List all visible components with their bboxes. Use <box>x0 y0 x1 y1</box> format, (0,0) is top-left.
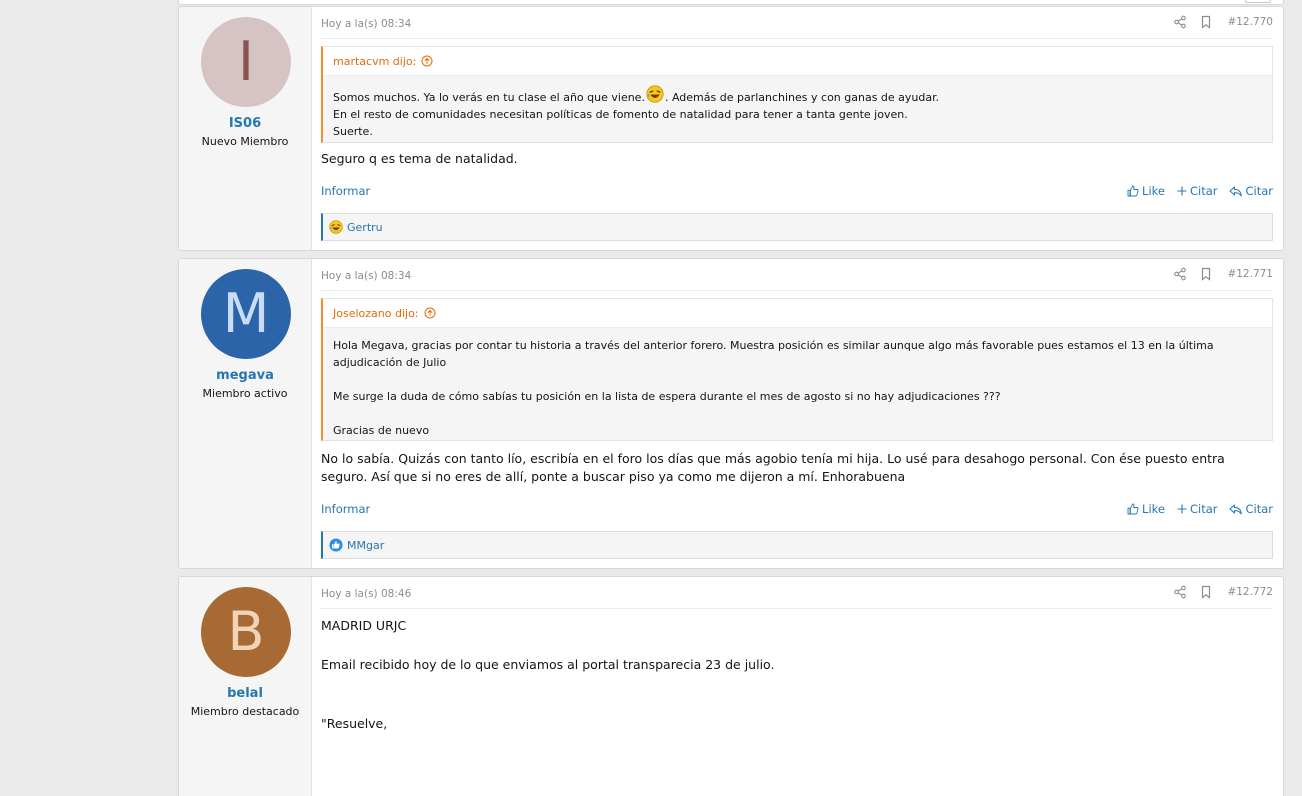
quote-author[interactable]: Joselozano dijo: <box>333 307 419 320</box>
quote-body: Somos muchos. Ya lo verás en tu clase el… <box>323 76 1272 140</box>
post-main: Hoy a la(s) 08:34 #12.771 Joselozano dij… <box>321 259 1273 568</box>
post-12772: B belal Miembro destacado Hoy a la(s) 08… <box>178 576 1284 796</box>
post-body: Seguro q es tema de natalidad. <box>321 151 518 166</box>
quote-text: Somos muchos. Ya lo verás en tu clase el… <box>333 91 645 104</box>
user-title: Miembro destacado <box>190 705 300 718</box>
laugh-icon <box>329 220 343 234</box>
multi-quote-button[interactable]: Citar <box>1177 502 1218 516</box>
thread-page: I IS06 Nuevo Miembro Hoy a la(s) 08:34 #… <box>0 0 1302 796</box>
quote-text: Me surge la duda de cómo sabías tu posic… <box>333 390 1001 403</box>
post-user-cell: I IS06 Nuevo Miembro <box>179 7 312 250</box>
reply-icon <box>1229 186 1243 196</box>
reply-label: Citar <box>1245 184 1273 198</box>
post-number[interactable]: #12.770 <box>1227 16 1273 28</box>
like-label: Like <box>1142 502 1165 516</box>
post-main: Hoy a la(s) 08:34 #12.770 martacvm dijo:… <box>321 7 1273 250</box>
post-body-line: "Resuelve, <box>321 716 388 731</box>
quote-text: Gracias de nuevo <box>333 424 430 437</box>
multi-quote-label: Citar <box>1189 502 1218 516</box>
quote-header[interactable]: martacvm dijo: <box>323 47 1272 76</box>
post-header-actions: #12.771 <box>1173 267 1273 281</box>
post-user-cell: M megava Miembro activo <box>179 259 312 568</box>
reply-label: Citar <box>1245 502 1273 516</box>
report-link[interactable]: Informar <box>321 502 370 516</box>
like-button[interactable]: Like <box>1127 184 1165 198</box>
post-actions: Informar Like Citar Citar <box>321 502 1273 518</box>
plus-icon <box>1177 186 1187 196</box>
reply-button[interactable]: Citar <box>1229 502 1273 516</box>
post-body-line: Email recibido hoy de lo que enviamos al… <box>321 657 775 672</box>
thumbs-up-icon <box>1127 185 1139 197</box>
share-icon[interactable] <box>1173 585 1187 599</box>
username[interactable]: belal <box>179 686 311 701</box>
reply-icon <box>1229 504 1243 514</box>
thumbs-up-icon <box>1127 503 1139 515</box>
share-icon[interactable] <box>1173 15 1187 29</box>
laughing-emoji-icon <box>646 85 664 103</box>
bookmark-icon[interactable] <box>1199 267 1213 281</box>
avatar[interactable]: I <box>201 17 291 107</box>
username[interactable]: IS06 <box>179 116 311 131</box>
quote-header[interactable]: Joselozano dijo: <box>323 299 1272 328</box>
bookmark-icon[interactable] <box>1199 15 1213 29</box>
post-main: Hoy a la(s) 08:46 #12.772 MADRID URJC Em… <box>321 577 1273 796</box>
quote-text: Suerte. <box>333 125 373 138</box>
post-actions: Informar Like Citar Citar <box>321 184 1273 200</box>
quote-block: Joselozano dijo: Hola Megava, gracias po… <box>321 298 1273 441</box>
share-icon[interactable] <box>1173 267 1187 281</box>
previous-post-edge <box>178 0 1284 5</box>
quote-author[interactable]: martacvm dijo: <box>333 55 416 68</box>
avatar[interactable]: B <box>201 587 291 677</box>
avatar[interactable]: M <box>201 269 291 359</box>
quote-block: martacvm dijo: Somos muchos. Ya lo verás… <box>321 46 1273 143</box>
reply-button[interactable]: Citar <box>1229 184 1273 198</box>
post-number[interactable]: #12.771 <box>1227 268 1273 280</box>
post-number[interactable]: #12.772 <box>1227 586 1273 598</box>
post-12770: I IS06 Nuevo Miembro Hoy a la(s) 08:34 #… <box>178 6 1284 251</box>
post-header: Hoy a la(s) 08:46 #12.772 <box>321 577 1273 609</box>
reactions-bar[interactable]: MMgar <box>321 531 1273 559</box>
plus-icon <box>1177 504 1187 514</box>
report-link[interactable]: Informar <box>321 184 370 198</box>
post-body: No lo sabía. Quizás con tanto lío, escri… <box>321 451 1225 484</box>
thumbs-up-reaction-icon <box>329 538 343 552</box>
post-user-cell: B belal Miembro destacado <box>179 577 312 796</box>
bookmark-icon[interactable] <box>1199 585 1213 599</box>
post-header: Hoy a la(s) 08:34 #12.770 <box>321 7 1273 39</box>
previous-post-button-edge[interactable] <box>1245 0 1271 3</box>
like-button[interactable]: Like <box>1127 502 1165 516</box>
quote-text: . Además de parlanchines y con ganas de … <box>664 91 940 104</box>
arrow-up-circle-icon[interactable] <box>421 55 433 67</box>
post-date[interactable]: Hoy a la(s) 08:46 <box>321 588 411 600</box>
post-header-actions: #12.770 <box>1173 15 1273 29</box>
quote-text: Hola Megava, gracias por contar tu histo… <box>333 339 1214 369</box>
post-actions-right: Like Citar Citar <box>1115 184 1273 198</box>
user-title: Miembro activo <box>202 387 288 400</box>
post-actions-right: Like Citar Citar <box>1115 502 1273 516</box>
reaction-user[interactable]: MMgar <box>347 539 384 552</box>
arrow-up-circle-icon[interactable] <box>424 307 436 319</box>
post-date[interactable]: Hoy a la(s) 08:34 <box>321 18 411 30</box>
multi-quote-button[interactable]: Citar <box>1177 184 1218 198</box>
quote-body: Hola Megava, gracias por contar tu histo… <box>323 328 1272 439</box>
post-body-line: MADRID URJC <box>321 618 407 633</box>
post-header-actions: #12.772 <box>1173 585 1273 599</box>
post-date[interactable]: Hoy a la(s) 08:34 <box>321 270 411 282</box>
multi-quote-label: Citar <box>1189 184 1218 198</box>
user-title: Nuevo Miembro <box>201 135 289 148</box>
post-header: Hoy a la(s) 08:34 #12.771 <box>321 259 1273 291</box>
post-12771: M megava Miembro activo Hoy a la(s) 08:3… <box>178 258 1284 569</box>
like-label: Like <box>1142 184 1165 198</box>
reactions-bar[interactable]: Gertru <box>321 213 1273 241</box>
username[interactable]: megava <box>179 368 311 383</box>
reaction-user[interactable]: Gertru <box>347 221 383 234</box>
quote-text: En el resto de comunidades necesitan pol… <box>333 108 908 121</box>
